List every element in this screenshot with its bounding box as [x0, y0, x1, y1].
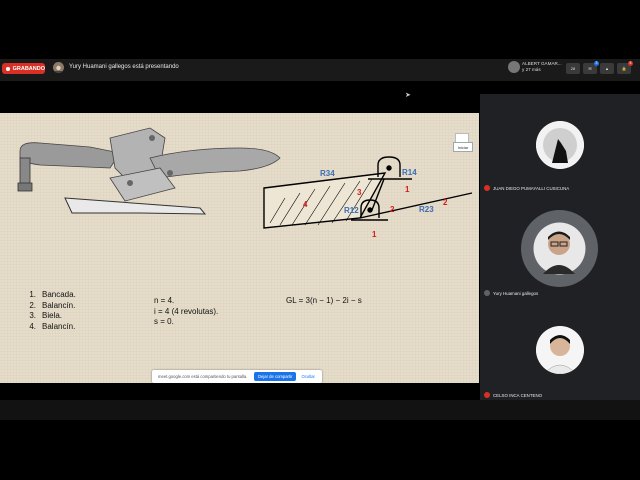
participant-avatar-small — [508, 61, 520, 73]
toggle-clamp-illustration — [17, 127, 281, 215]
legend-num: 1. — [29, 290, 36, 299]
top-controls: 28 ✉ 3 ▲ 🔒 5 — [566, 60, 633, 74]
legend-item: 2. Balancín. — [28, 301, 76, 312]
host-controls-badge: 5 — [628, 60, 633, 66]
stop-sharing-button[interactable]: Dejar de compartir — [254, 372, 297, 381]
legend-text: Balancín. — [42, 321, 76, 331]
top-right-participants-label: ALBERT GAMAR... y 27 más — [522, 61, 562, 73]
host-controls-icon[interactable]: 🔒 5 — [617, 60, 633, 74]
participant-avatar-wolf — [536, 121, 584, 169]
presenter-avatar — [53, 62, 64, 73]
legend-text: Bancada. — [42, 290, 76, 299]
people-icon[interactable]: 28 — [566, 62, 580, 74]
param-s: s = 0. — [154, 317, 174, 326]
legend-num: 4. — [29, 321, 36, 331]
participant-name-text: Yury Huamani gallegos — [493, 290, 539, 296]
label-link1-top: 1 — [405, 185, 410, 194]
screen-share-bar: meet.google.com está compartiendo tu pan… — [152, 370, 322, 383]
label-link1-bottom: 1 — [372, 230, 377, 239]
label-r34: R34 — [320, 169, 335, 178]
mechanism-diagram — [263, 156, 473, 229]
participant-name-text: CELSO INCA CENTENO — [493, 392, 543, 398]
people-count: 28 — [570, 65, 576, 71]
label-r14: R14 — [402, 168, 417, 177]
label-r12: R12 — [344, 206, 359, 215]
slide-graphics: R34 R14 R12 R23 1 1 2 2 3 4 — [17, 127, 473, 239]
participant-name-1: JUAN DIEGO PUMAYALLI CUSICUNA — [484, 185, 569, 191]
param-n: n = 4. — [154, 296, 175, 305]
gruebler-formula: GL = 3(n − 1) − 2i − s — [286, 296, 362, 305]
recording-label: GRABANDO — [12, 65, 45, 72]
top-right-subtext: y 27 más — [522, 67, 541, 72]
legend-text: Biela. — [42, 311, 63, 320]
recording-dot-icon — [6, 66, 10, 71]
label-link2-b: 2 — [443, 198, 448, 207]
legend-num: 3. — [29, 311, 36, 320]
participant-name-2: Yury Huamani gallegos — [484, 290, 538, 296]
label-link4: 4 — [303, 200, 308, 209]
chat-icon[interactable]: ✉ 3 — [583, 60, 599, 74]
presenter-status-text: Yury Huamani gallegos está presentando — [69, 64, 179, 70]
presentation-slide: R34 R14 R12 R23 1 1 2 2 3 4 Iniciar — [0, 113, 479, 383]
label-r23: R23 — [419, 205, 434, 214]
participant-name-3: CELSO INCA CENTENO — [484, 392, 542, 398]
share-message: meet.google.com está compartiendo tu pan… — [158, 374, 248, 379]
param-i: i = 4 (4 revolutas). — [154, 306, 219, 316]
label-link3: 3 — [357, 188, 362, 197]
legend-num: 2. — [29, 300, 36, 310]
recording-badge: GRABANDO — [2, 63, 45, 74]
legend-item: 3. Biela. — [28, 311, 76, 322]
mic-on-icon — [484, 290, 490, 296]
meeting-bottom-bar — [0, 400, 640, 420]
mechanism-params: n = 4. i = 4 (4 revolutas). s = 0. — [154, 296, 218, 328]
label-link2-a: 2 — [390, 205, 395, 214]
links-legend: 1. Bancada. 2. Balancín. 3. Biela. 4. Ba… — [28, 290, 76, 333]
legend-item: 1. Bancada. — [28, 290, 76, 301]
participant-avatar-yury — [521, 210, 598, 287]
legend-item: 4. Balancín. — [28, 322, 76, 333]
participant-name-text: JUAN DIEGO PUMAYALLI CUSICUNA — [493, 185, 570, 191]
hide-share-bar-button[interactable]: Ocultar — [301, 374, 315, 379]
mic-off-icon — [484, 185, 490, 191]
legend-text: Balancín. — [42, 300, 76, 310]
chat-badge: 3 — [594, 60, 599, 66]
participant-avatar-celso — [536, 326, 584, 374]
activities-icon[interactable]: ▲ — [600, 62, 614, 74]
mic-off-icon — [484, 392, 490, 398]
start-slideshow-button[interactable]: Iniciar — [453, 142, 473, 152]
mouse-cursor-icon: ➤ — [405, 92, 411, 99]
